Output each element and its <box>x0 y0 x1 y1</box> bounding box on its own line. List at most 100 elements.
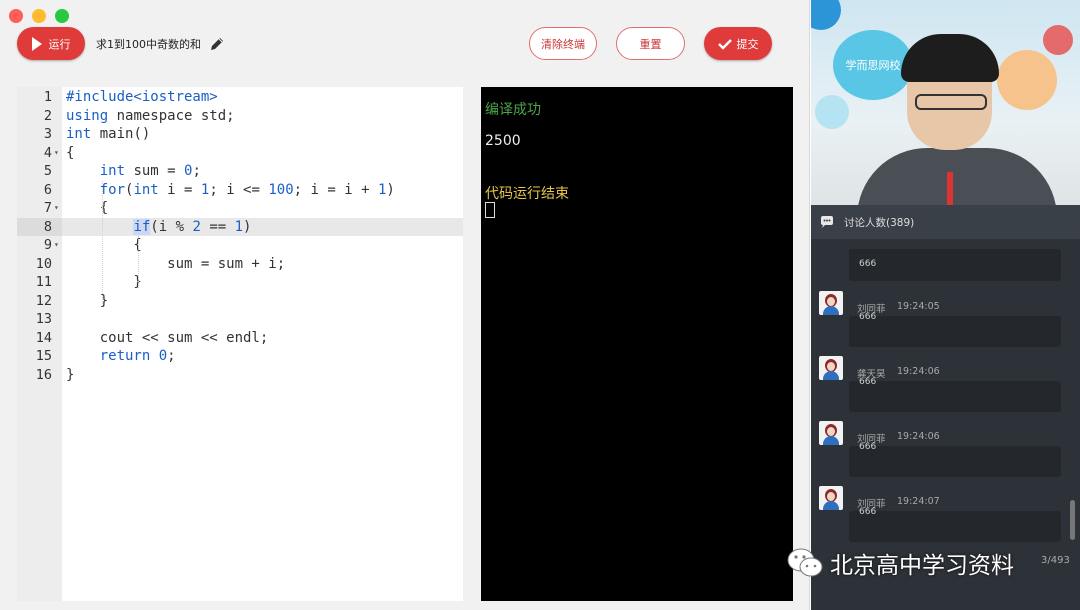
indent-guide <box>138 236 139 288</box>
code-line[interactable]: 11 } <box>36 273 463 292</box>
line-number-row: 12 <box>17 292 62 311</box>
reset-button[interactable]: 重置 <box>616 27 685 60</box>
minimize-window-icon[interactable] <box>32 9 46 23</box>
line-number-row: 6 <box>17 181 62 200</box>
code-line[interactable]: 4 ▾ { <box>44 144 463 163</box>
code-text: cout << sum << endl; <box>66 329 269 346</box>
chat-message: 666 <box>849 442 1061 477</box>
code-line[interactable]: 5 int sum = 0; <box>44 162 463 181</box>
decor-circle <box>815 95 849 129</box>
user-avatar <box>819 356 843 380</box>
user-avatar <box>819 486 843 510</box>
code-line[interactable]: 14 cout << sum << endl; <box>36 329 463 348</box>
code-text: #include<iostream> <box>66 89 218 105</box>
task-title-text: 求1到100中奇数的和 <box>96 38 201 51</box>
line-number: 14 <box>35 329 52 346</box>
submit-label: 提交 <box>736 37 759 51</box>
chat-scrollbar[interactable] <box>1070 500 1075 540</box>
chat-message: 666 <box>849 507 1061 542</box>
code-line[interactable]: 2 using namespace std; <box>44 107 463 126</box>
teacher-glasses <box>915 94 987 110</box>
code-line[interactable]: 9 ▾ { <box>44 236 463 255</box>
teacher-video: 学而思网校 <box>811 0 1080 205</box>
run-button[interactable]: 运行 <box>17 27 85 60</box>
line-number-row: 13 <box>17 310 62 329</box>
code-line[interactable]: 6 for(int i = 1; i <= 100; i = i + 1) <box>44 181 463 200</box>
fold-arrow-icon[interactable]: ▾ <box>54 236 59 255</box>
chat-bubble-icon <box>821 216 833 228</box>
line-number-row: 14 <box>17 329 62 348</box>
check-icon <box>717 38 732 50</box>
line-number-row: 11 <box>17 273 62 292</box>
code-text: } <box>66 274 142 290</box>
code-text: } <box>66 366 75 383</box>
code-text: return 0; <box>99 348 176 364</box>
compile-status: 编译成功 <box>485 102 541 118</box>
code-line[interactable]: 1 #include<iostream> <box>44 88 463 107</box>
pencil-icon[interactable] <box>209 36 225 52</box>
line-number: 6 <box>43 181 52 198</box>
run-end-message: 代码运行结束 <box>485 186 569 202</box>
program-output: 2500 <box>485 133 521 149</box>
code-line[interactable]: 13 <box>36 310 463 329</box>
page-count: 3/493 <box>1041 555 1070 566</box>
watermark-text: 北京高中学习资料 <box>830 553 1014 579</box>
line-number: 12 <box>35 292 52 309</box>
line-number: 10 <box>35 255 52 272</box>
code-text: if(i % 2 == 1) <box>133 218 252 235</box>
close-window-icon[interactable] <box>9 9 23 23</box>
code-editor[interactable]: 1 #include<iostream> 2 using namespace std;… <box>17 87 463 601</box>
maximize-window-icon[interactable] <box>55 9 69 23</box>
indent-guide <box>102 180 103 306</box>
fold-arrow-icon[interactable]: ▾ <box>54 199 59 218</box>
clear-terminal-button[interactable]: 清除终端 <box>529 27 597 60</box>
line-number-row: 1 <box>17 88 62 107</box>
line-number-row: 15 <box>17 347 62 366</box>
code-line[interactable]: 8 if(i % 2 == 1) <box>17 217 463 236</box>
line-number-row: 2 <box>17 107 62 126</box>
line-number: 16 <box>35 366 52 383</box>
chat-time: 19:24:06 <box>897 431 940 442</box>
code-line[interactable]: 10 sum = sum + i; <box>36 255 463 274</box>
console-cursor <box>485 202 495 218</box>
teacher-hair <box>901 34 999 82</box>
chat-time: 19:24:07 <box>897 496 940 507</box>
mascot-image <box>997 50 1057 110</box>
line-number: 5 <box>43 163 52 179</box>
line-number-row: 9 ▾ <box>17 236 62 255</box>
line-number-row: 10 <box>17 255 62 274</box>
teacher-body <box>857 148 1057 205</box>
code-text: int sum = 0; <box>99 163 201 179</box>
chat-message-text: 666 <box>859 312 877 322</box>
play-icon <box>31 36 42 51</box>
window-controls <box>9 9 69 23</box>
code-line[interactable]: 3 int main() <box>44 125 463 144</box>
code-line[interactable]: 15 return 0; <box>36 347 463 366</box>
submit-button[interactable]: 提交 <box>704 27 772 60</box>
chat-message: 666 <box>849 249 1061 281</box>
line-number: 3 <box>43 126 52 142</box>
code-line[interactable]: 7 ▾ { <box>44 199 463 218</box>
code-line[interactable]: 12 } <box>36 292 463 311</box>
code-text: using namespace std; <box>66 107 235 124</box>
decor-circle <box>811 0 841 30</box>
teacher-lanyard <box>947 172 953 205</box>
chat-time: 19:24:06 <box>897 366 940 377</box>
fold-arrow-icon[interactable]: ▾ <box>54 144 59 163</box>
line-number: 13 <box>35 311 52 327</box>
line-number-row: 8 <box>17 217 62 236</box>
reset-label: 重置 <box>639 37 662 51</box>
code-text: sum = sum + i; <box>66 255 286 272</box>
line-number: 11 <box>35 274 52 290</box>
code-area[interactable]: 1 #include<iostream> 2 using namespace std;… <box>17 87 463 601</box>
line-number: 4 <box>43 144 52 161</box>
clear-terminal-label: 清除终端 <box>541 37 585 51</box>
chat-header: 讨论人数(389) <box>811 205 1080 239</box>
code-line[interactable]: 16} <box>36 366 463 385</box>
line-number-row: 3 <box>17 125 62 144</box>
code-text: { <box>66 237 142 253</box>
decor-circle <box>1043 25 1073 55</box>
task-title: 求1到100中奇数的和 <box>96 36 225 52</box>
run-button-label: 运行 <box>48 37 71 51</box>
output-console: 编译成功 2500 代码运行结束 <box>481 87 793 601</box>
